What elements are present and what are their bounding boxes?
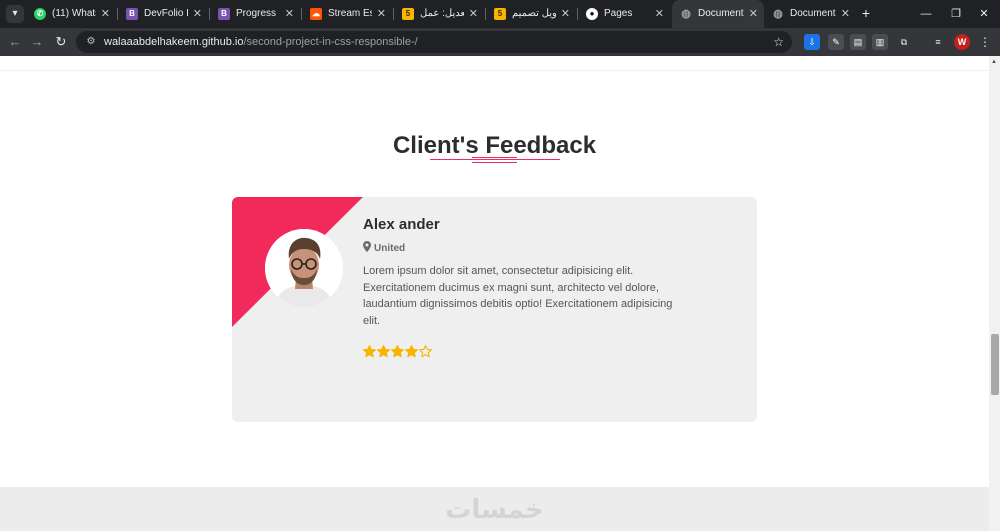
- close-icon[interactable]: ✕: [193, 0, 202, 28]
- tab-stream[interactable]: ☁ Stream Esma ✕: [302, 0, 392, 28]
- notes-extension-icon[interactable]: ▤: [850, 34, 866, 50]
- tab-khamsat-edit[interactable]: 5 تعديل: عمل ✕: [394, 0, 484, 28]
- back-button[interactable]: ←: [6, 33, 24, 51]
- globe-icon: ◍: [681, 8, 691, 20]
- section-title: Client's Feedback: [392, 132, 597, 159]
- close-icon[interactable]: ✕: [469, 0, 478, 28]
- extensions-puzzle-icon[interactable]: ⧉: [896, 34, 912, 50]
- url-text[interactable]: walaaabdelhakeem.github.io/second-projec…: [104, 31, 418, 53]
- khamsat-icon: 5: [494, 8, 506, 20]
- close-icon[interactable]: ✕: [377, 0, 386, 28]
- tab-whatsapp[interactable]: ✆ (11) WhatsAp ✕: [26, 0, 116, 28]
- client-quote: Lorem ipsum dolor sit amet, consectetur …: [363, 265, 673, 327]
- download-extension-icon[interactable]: ⇩: [804, 34, 820, 50]
- whatsapp-icon: ✆: [34, 8, 46, 20]
- client-location-text: United: [374, 243, 406, 254]
- footer-bar: خمسات: [0, 487, 989, 531]
- globe-icon: ◍: [773, 8, 783, 20]
- address-bar[interactable]: ⚙ walaaabdelhakeem.github.io/second-proj…: [76, 31, 792, 53]
- tab-search-button[interactable]: ▾: [6, 5, 24, 23]
- close-icon[interactable]: ✕: [285, 0, 294, 28]
- close-icon[interactable]: ✕: [655, 0, 664, 28]
- tab-document[interactable]: ◍ Document ✕: [764, 0, 856, 28]
- title-underline-accent: [472, 157, 517, 158]
- bootstrap-icon: B: [126, 8, 138, 20]
- tab-document-active[interactable]: ◍ Document ✕: [672, 0, 764, 28]
- wallet-extension-icon[interactable]: ▥: [872, 34, 888, 50]
- close-icon[interactable]: ✕: [101, 0, 110, 28]
- star-filled-icon: [377, 345, 390, 358]
- title-underline: [430, 159, 560, 160]
- map-marker-icon: [363, 241, 371, 252]
- forward-button[interactable]: →: [28, 33, 46, 51]
- section-divider: [0, 70, 989, 71]
- tab-pages[interactable]: ● Pages ✕: [578, 0, 670, 28]
- extension-icon[interactable]: ✎: [828, 34, 844, 50]
- close-icon[interactable]: ✕: [841, 0, 850, 28]
- reading-list-icon[interactable]: ≡: [930, 34, 946, 50]
- client-name: Alex ander: [363, 216, 440, 233]
- tab-khamsat-convert[interactable]: 5 تحويل تصميم ✕: [486, 0, 576, 28]
- page-scrollbar[interactable]: [989, 56, 1000, 531]
- reload-button[interactable]: ↻: [52, 33, 70, 51]
- tab-devfolio[interactable]: B DevFolio Boo ✕: [118, 0, 208, 28]
- site-settings-icon[interactable]: ⚙: [84, 35, 98, 49]
- client-avatar: [265, 229, 343, 307]
- client-location: United: [363, 241, 405, 254]
- star-rating: [363, 345, 433, 359]
- star-filled-icon: [391, 345, 404, 358]
- testimonial-card: Alex ander United Lorem ipsum dolor sit …: [232, 197, 757, 422]
- new-tab-button[interactable]: +: [858, 0, 874, 28]
- khamsat-watermark: خمسات: [445, 495, 544, 525]
- scroll-up-arrow-icon[interactable]: ▲: [991, 59, 997, 65]
- close-icon[interactable]: ✕: [749, 0, 758, 28]
- star-filled-icon: [363, 345, 376, 358]
- github-icon: ●: [586, 8, 598, 20]
- soundcloud-icon: ☁: [310, 8, 322, 20]
- bookmark-star-icon[interactable]: ☆: [773, 31, 784, 53]
- star-empty-icon: [419, 345, 432, 358]
- tab-progress[interactable]: B Progress · Bo ✕: [210, 0, 300, 28]
- bootstrap-icon: B: [218, 8, 230, 20]
- title-underline-accent: [472, 162, 517, 163]
- close-icon[interactable]: ✕: [561, 0, 570, 28]
- window-close-button[interactable]: ✕: [962, 0, 1000, 28]
- page-content: Client's Feedback Alex ander United Lore…: [0, 56, 989, 531]
- profile-avatar[interactable]: W: [954, 34, 970, 50]
- browser-tab-strip: ▾ ✆ (11) WhatsAp ✕ B DevFolio Boo ✕ B Pr…: [0, 0, 1000, 28]
- khamsat-icon: 5: [402, 8, 414, 20]
- browser-menu-icon[interactable]: ⋮: [978, 33, 992, 51]
- browser-toolbar: ← → ↻ ⚙ walaaabdelhakeem.github.io/secon…: [0, 28, 1000, 56]
- scrollbar-thumb[interactable]: [991, 334, 999, 395]
- star-filled-icon: [405, 345, 418, 358]
